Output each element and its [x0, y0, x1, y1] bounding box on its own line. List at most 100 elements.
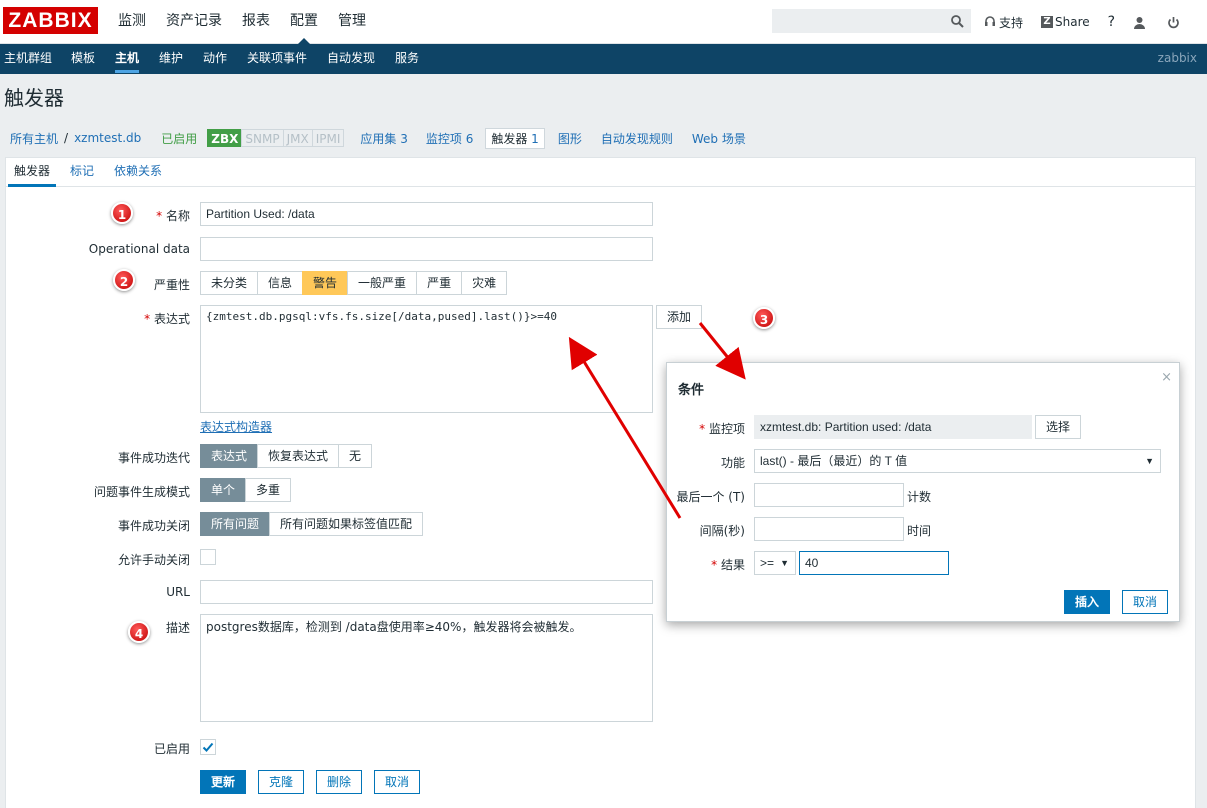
- submenu-services[interactable]: 服务: [395, 44, 419, 73]
- dialog-select-button[interactable]: 选择: [1035, 415, 1082, 439]
- badge-ipmi: IPMI: [311, 129, 345, 147]
- menu-monitoring[interactable]: 监测: [108, 0, 156, 44]
- sub-menu: 主机群组 模板 主机 维护 动作 关联项事件 自动发现 服务 zabbix: [0, 44, 1207, 74]
- add-expression-button[interactable]: 添加: [656, 305, 703, 329]
- share-link[interactable]: Z Share: [1041, 15, 1090, 29]
- condition-dialog: 条件 × 监控项 xzmtest.db: Partition used: /da…: [666, 362, 1180, 622]
- help-link[interactable]: ?: [1108, 14, 1115, 30]
- submenu-actions[interactable]: 动作: [203, 44, 227, 73]
- severity-average[interactable]: 一般严重: [347, 271, 418, 295]
- menu-configuration[interactable]: 配置: [280, 0, 328, 45]
- severity-warning[interactable]: 警告: [302, 271, 349, 295]
- problem-mode-single[interactable]: 单个: [200, 478, 247, 502]
- submenu-hosts[interactable]: 主机: [115, 44, 140, 73]
- dialog-last-input[interactable]: [754, 483, 904, 507]
- search-icon[interactable]: [951, 15, 964, 28]
- submenu-discovery[interactable]: 自动发现: [327, 44, 375, 73]
- problem-mode-label: 问题事件生成模式: [93, 485, 190, 499]
- dialog-result-label: 结果: [667, 556, 745, 573]
- ok-event-none[interactable]: 无: [338, 444, 373, 468]
- breadcrumb-all-hosts[interactable]: 所有主机: [10, 130, 58, 147]
- badge-zbx: ZBX: [207, 129, 243, 147]
- dialog-item-label: 监控项: [667, 420, 745, 437]
- submenu-host-groups[interactable]: 主机群组: [4, 44, 52, 73]
- expression-constructor-link[interactable]: 表达式构造器: [200, 418, 272, 435]
- form-tabs: 触发器 标记 依赖关系: [5, 157, 1196, 187]
- dialog-result-input[interactable]: 40: [799, 551, 949, 575]
- items-label: 监控项: [425, 131, 462, 146]
- link-graphs[interactable]: 图形: [558, 130, 582, 147]
- link-discovery-rules[interactable]: 自动发现规则: [601, 130, 673, 147]
- breadcrumb-separator: /: [64, 131, 69, 145]
- ok-event-selector: 表达式 恢复表达式 无: [200, 444, 373, 468]
- dialog-interval-label: 间隔(秒): [699, 524, 745, 538]
- link-applications[interactable]: 应用集 3: [360, 130, 407, 147]
- badge-snmp: SNMP: [241, 129, 284, 147]
- problem-mode-selector: 单个 多重: [200, 478, 292, 502]
- support-link[interactable]: 支持: [984, 14, 1023, 31]
- zabbix-logo[interactable]: ZABBIX: [3, 7, 98, 34]
- ok-close-tag-match[interactable]: 所有问题如果标签值匹配: [269, 512, 424, 536]
- clone-button[interactable]: 克隆: [258, 770, 305, 794]
- annotation-marker-2: 2: [113, 269, 135, 291]
- expression-label: 表达式: [5, 310, 190, 327]
- url-input[interactable]: [200, 580, 653, 604]
- tab-dependencies[interactable]: 依赖关系: [114, 157, 162, 185]
- dialog-function-select[interactable]: last() - 最后（最近）的 T 值 ▼: [754, 449, 1161, 473]
- annotation-marker-1: 1: [111, 202, 133, 224]
- problem-mode-multiple[interactable]: 多重: [245, 478, 292, 502]
- manual-close-checkbox[interactable]: [200, 549, 216, 565]
- host-status[interactable]: 已启用: [161, 130, 197, 147]
- ok-event-expression[interactable]: 表达式: [200, 444, 259, 468]
- breadcrumb-host[interactable]: xzmtest.db: [74, 131, 141, 145]
- dialog-insert-button[interactable]: 插入: [1064, 590, 1111, 614]
- menu-reports[interactable]: 报表: [232, 0, 280, 44]
- link-items[interactable]: 监控项 6: [426, 130, 473, 147]
- submenu-templates[interactable]: 模板: [71, 44, 95, 73]
- page-title: 触发器: [4, 86, 64, 110]
- menu-administration[interactable]: 管理: [328, 0, 376, 44]
- dropdown-arrow-icon: ▼: [780, 558, 789, 568]
- tab-tags[interactable]: 标记: [70, 157, 94, 185]
- url-label: URL: [166, 585, 190, 599]
- enabled-label: 已启用: [153, 742, 190, 756]
- ok-event-label: 事件成功迭代: [117, 451, 190, 465]
- support-label: 支持: [999, 15, 1024, 30]
- link-web-scenarios[interactable]: Web 场景: [692, 130, 746, 147]
- link-triggers[interactable]: 触发器 1: [485, 127, 545, 149]
- tab-trigger[interactable]: 触发器: [7, 157, 57, 187]
- severity-high[interactable]: 严重: [416, 271, 463, 295]
- dialog-item-input: xzmtest.db: Partition used: /data: [754, 415, 1032, 439]
- description-label: 描述: [165, 621, 190, 635]
- badge-jmx: JMX: [282, 129, 313, 147]
- expression-textarea[interactable]: {zmtest.db.pgsql:vfs.fs.size[/data,pused…: [200, 305, 653, 413]
- update-button[interactable]: 更新: [200, 770, 247, 794]
- opdata-input[interactable]: [200, 237, 653, 261]
- submenu-maintenance[interactable]: 维护: [159, 44, 183, 73]
- search-input[interactable]: [772, 9, 971, 33]
- annotation-marker-3: 3: [753, 307, 775, 329]
- manual-close-label: 允许手动关闭: [117, 553, 190, 567]
- dialog-operator-select[interactable]: >= ▼: [754, 551, 796, 575]
- dialog-function-label: 功能: [720, 456, 745, 470]
- delete-button[interactable]: 删除: [316, 770, 363, 794]
- logout-link[interactable]: [1167, 16, 1183, 29]
- severity-not-classified[interactable]: 未分类: [200, 271, 259, 295]
- cancel-button[interactable]: 取消: [374, 770, 421, 794]
- dialog-interval-input[interactable]: [754, 517, 904, 541]
- profile-link[interactable]: [1133, 16, 1149, 29]
- enabled-checkbox[interactable]: [200, 739, 216, 755]
- dialog-cancel-button[interactable]: 取消: [1122, 590, 1169, 614]
- severity-disaster[interactable]: 灾难: [461, 271, 508, 295]
- name-input[interactable]: Partition Used: /data: [200, 202, 653, 226]
- ok-close-all[interactable]: 所有问题: [200, 512, 271, 536]
- ok-event-recovery[interactable]: 恢复表达式: [257, 444, 340, 468]
- submenu-correlation[interactable]: 关联项事件: [247, 44, 307, 73]
- opdata-label: Operational data: [88, 242, 190, 256]
- menu-inventory[interactable]: 资产记录: [156, 0, 232, 44]
- triggers-label: 触发器: [491, 131, 528, 146]
- severity-information[interactable]: 信息: [257, 271, 304, 295]
- items-count: 6: [465, 131, 474, 146]
- description-textarea[interactable]: postgres数据库，检测到 /data盘使用率≥40%，触发器将会被触发。: [200, 614, 653, 722]
- dialog-close-icon[interactable]: ×: [1161, 370, 1172, 385]
